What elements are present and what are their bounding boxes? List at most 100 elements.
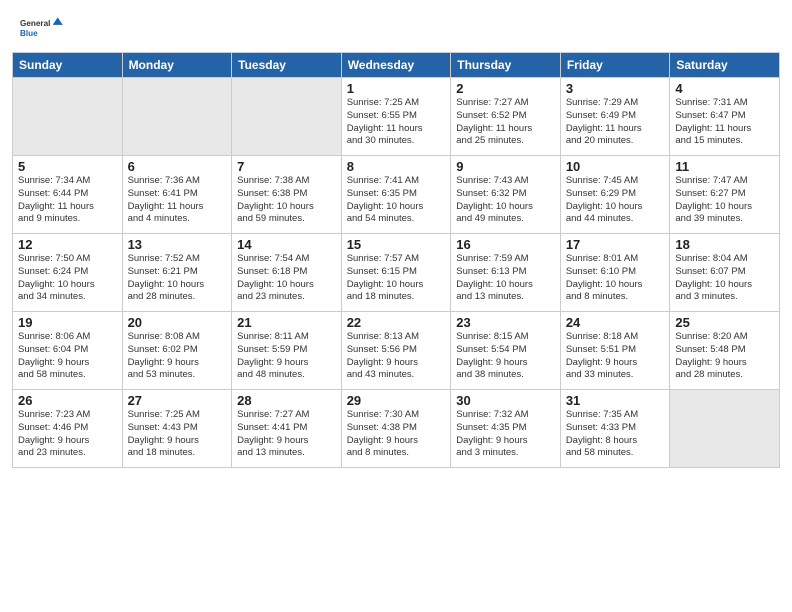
day-number: 29 [347,393,446,408]
day-info: Sunrise: 7:30 AM Sunset: 4:38 PM Dayligh… [347,409,446,460]
day-info: Sunrise: 7:52 AM Sunset: 6:21 PM Dayligh… [128,253,227,304]
day-cell: 28Sunrise: 7:27 AM Sunset: 4:41 PM Dayli… [232,390,342,468]
svg-text:General: General [20,19,50,28]
day-info: Sunrise: 8:01 AM Sunset: 6:10 PM Dayligh… [566,253,665,304]
day-cell: 6Sunrise: 7:36 AM Sunset: 6:41 PM Daylig… [122,156,232,234]
day-cell [13,78,123,156]
day-cell: 12Sunrise: 7:50 AM Sunset: 6:24 PM Dayli… [13,234,123,312]
day-cell: 31Sunrise: 7:35 AM Sunset: 4:33 PM Dayli… [560,390,670,468]
day-cell: 16Sunrise: 7:59 AM Sunset: 6:13 PM Dayli… [451,234,561,312]
day-cell: 29Sunrise: 7:30 AM Sunset: 4:38 PM Dayli… [341,390,451,468]
weekday-header-row: SundayMondayTuesdayWednesdayThursdayFrid… [13,53,780,78]
day-number: 6 [128,159,227,174]
day-cell: 26Sunrise: 7:23 AM Sunset: 4:46 PM Dayli… [13,390,123,468]
day-cell [122,78,232,156]
day-info: Sunrise: 7:36 AM Sunset: 6:41 PM Dayligh… [128,175,227,226]
day-cell: 13Sunrise: 7:52 AM Sunset: 6:21 PM Dayli… [122,234,232,312]
day-cell: 5Sunrise: 7:34 AM Sunset: 6:44 PM Daylig… [13,156,123,234]
logo: General Blue [20,10,64,46]
day-info: Sunrise: 7:27 AM Sunset: 4:41 PM Dayligh… [237,409,336,460]
day-info: Sunrise: 7:27 AM Sunset: 6:52 PM Dayligh… [456,97,555,148]
calendar-wrapper: SundayMondayTuesdayWednesdayThursdayFrid… [0,52,792,476]
svg-text:Blue: Blue [20,29,38,38]
day-cell: 8Sunrise: 7:41 AM Sunset: 6:35 PM Daylig… [341,156,451,234]
day-cell [670,390,780,468]
day-number: 13 [128,237,227,252]
day-cell: 18Sunrise: 8:04 AM Sunset: 6:07 PM Dayli… [670,234,780,312]
day-info: Sunrise: 8:04 AM Sunset: 6:07 PM Dayligh… [675,253,774,304]
day-cell: 19Sunrise: 8:06 AM Sunset: 6:04 PM Dayli… [13,312,123,390]
weekday-header-saturday: Saturday [670,53,780,78]
day-number: 18 [675,237,774,252]
day-number: 11 [675,159,774,174]
day-info: Sunrise: 7:50 AM Sunset: 6:24 PM Dayligh… [18,253,117,304]
week-row-2: 5Sunrise: 7:34 AM Sunset: 6:44 PM Daylig… [13,156,780,234]
day-info: Sunrise: 7:54 AM Sunset: 6:18 PM Dayligh… [237,253,336,304]
day-cell: 9Sunrise: 7:43 AM Sunset: 6:32 PM Daylig… [451,156,561,234]
day-cell: 2Sunrise: 7:27 AM Sunset: 6:52 PM Daylig… [451,78,561,156]
weekday-header-wednesday: Wednesday [341,53,451,78]
day-info: Sunrise: 8:08 AM Sunset: 6:02 PM Dayligh… [128,331,227,382]
day-number: 23 [456,315,555,330]
day-number: 19 [18,315,117,330]
day-cell: 7Sunrise: 7:38 AM Sunset: 6:38 PM Daylig… [232,156,342,234]
day-number: 12 [18,237,117,252]
day-number: 22 [347,315,446,330]
day-info: Sunrise: 7:35 AM Sunset: 4:33 PM Dayligh… [566,409,665,460]
day-number: 8 [347,159,446,174]
day-info: Sunrise: 7:45 AM Sunset: 6:29 PM Dayligh… [566,175,665,226]
day-info: Sunrise: 7:41 AM Sunset: 6:35 PM Dayligh… [347,175,446,226]
day-info: Sunrise: 7:43 AM Sunset: 6:32 PM Dayligh… [456,175,555,226]
weekday-header-friday: Friday [560,53,670,78]
day-number: 20 [128,315,227,330]
day-info: Sunrise: 7:57 AM Sunset: 6:15 PM Dayligh… [347,253,446,304]
day-info: Sunrise: 7:23 AM Sunset: 4:46 PM Dayligh… [18,409,117,460]
day-info: Sunrise: 8:11 AM Sunset: 5:59 PM Dayligh… [237,331,336,382]
day-number: 24 [566,315,665,330]
day-number: 31 [566,393,665,408]
weekday-header-thursday: Thursday [451,53,561,78]
day-number: 4 [675,81,774,96]
day-number: 17 [566,237,665,252]
day-info: Sunrise: 8:13 AM Sunset: 5:56 PM Dayligh… [347,331,446,382]
day-cell: 11Sunrise: 7:47 AM Sunset: 6:27 PM Dayli… [670,156,780,234]
day-cell: 21Sunrise: 8:11 AM Sunset: 5:59 PM Dayli… [232,312,342,390]
day-info: Sunrise: 7:29 AM Sunset: 6:49 PM Dayligh… [566,97,665,148]
day-cell [232,78,342,156]
day-info: Sunrise: 7:59 AM Sunset: 6:13 PM Dayligh… [456,253,555,304]
day-info: Sunrise: 8:18 AM Sunset: 5:51 PM Dayligh… [566,331,665,382]
day-cell: 10Sunrise: 7:45 AM Sunset: 6:29 PM Dayli… [560,156,670,234]
day-cell: 14Sunrise: 7:54 AM Sunset: 6:18 PM Dayli… [232,234,342,312]
day-info: Sunrise: 8:06 AM Sunset: 6:04 PM Dayligh… [18,331,117,382]
weekday-header-tuesday: Tuesday [232,53,342,78]
day-cell: 15Sunrise: 7:57 AM Sunset: 6:15 PM Dayli… [341,234,451,312]
day-number: 15 [347,237,446,252]
day-info: Sunrise: 7:47 AM Sunset: 6:27 PM Dayligh… [675,175,774,226]
day-number: 9 [456,159,555,174]
day-cell: 20Sunrise: 8:08 AM Sunset: 6:02 PM Dayli… [122,312,232,390]
day-number: 26 [18,393,117,408]
day-number: 25 [675,315,774,330]
day-cell: 1Sunrise: 7:25 AM Sunset: 6:55 PM Daylig… [341,78,451,156]
day-info: Sunrise: 7:25 AM Sunset: 6:55 PM Dayligh… [347,97,446,148]
day-number: 10 [566,159,665,174]
day-info: Sunrise: 7:38 AM Sunset: 6:38 PM Dayligh… [237,175,336,226]
day-number: 14 [237,237,336,252]
week-row-4: 19Sunrise: 8:06 AM Sunset: 6:04 PM Dayli… [13,312,780,390]
day-number: 16 [456,237,555,252]
page-header: General Blue [0,0,792,52]
day-info: Sunrise: 7:25 AM Sunset: 4:43 PM Dayligh… [128,409,227,460]
day-number: 5 [18,159,117,174]
day-cell: 25Sunrise: 8:20 AM Sunset: 5:48 PM Dayli… [670,312,780,390]
calendar-table: SundayMondayTuesdayWednesdayThursdayFrid… [12,52,780,468]
day-number: 27 [128,393,227,408]
day-number: 21 [237,315,336,330]
day-cell: 17Sunrise: 8:01 AM Sunset: 6:10 PM Dayli… [560,234,670,312]
weekday-header-sunday: Sunday [13,53,123,78]
day-number: 7 [237,159,336,174]
day-cell: 24Sunrise: 8:18 AM Sunset: 5:51 PM Dayli… [560,312,670,390]
day-number: 1 [347,81,446,96]
day-cell: 22Sunrise: 8:13 AM Sunset: 5:56 PM Dayli… [341,312,451,390]
weekday-header-monday: Monday [122,53,232,78]
day-cell: 30Sunrise: 7:32 AM Sunset: 4:35 PM Dayli… [451,390,561,468]
